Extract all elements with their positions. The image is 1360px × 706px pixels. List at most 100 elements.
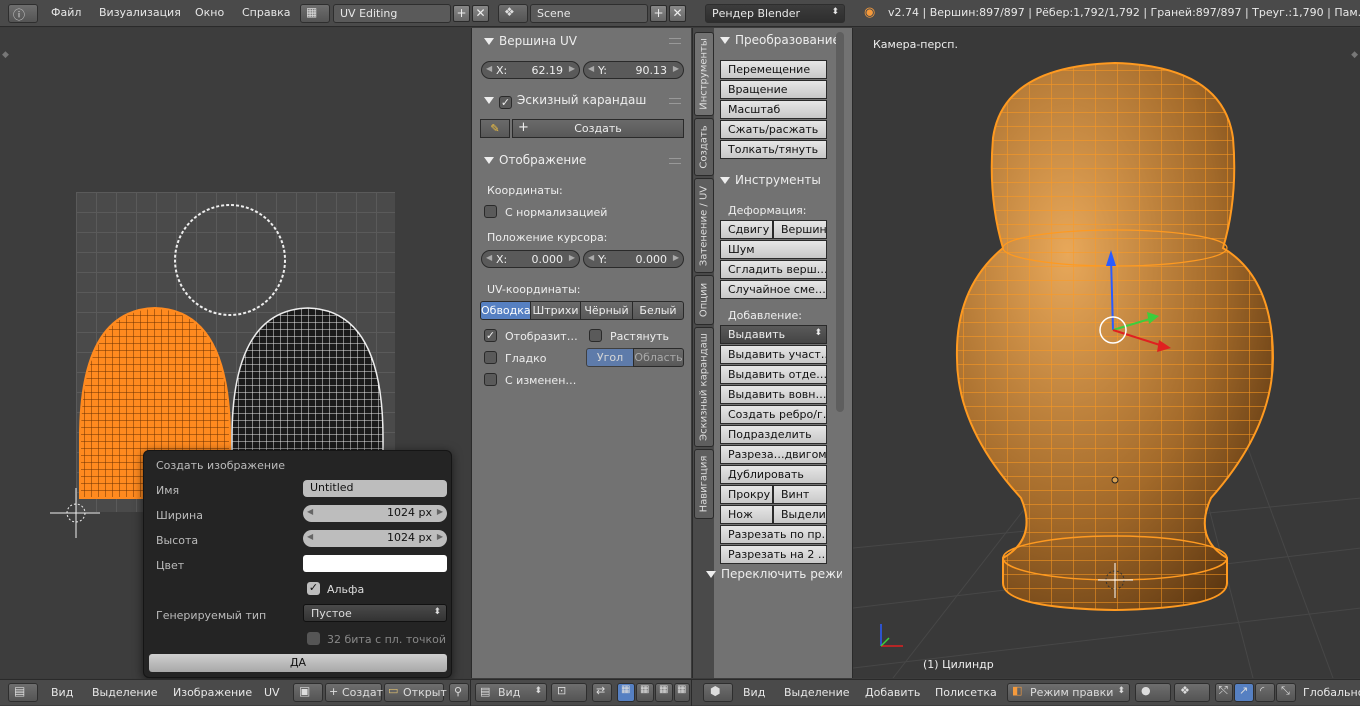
subdivide-button[interactable]: Подразделить (720, 425, 827, 444)
tab-options[interactable]: Опции (694, 275, 714, 325)
layout-name-field[interactable]: UV Editing (333, 4, 451, 23)
drag-grip-icon[interactable] (669, 98, 681, 104)
alpha-checkbox[interactable]: ✓ (307, 582, 320, 595)
show-modified-checkbox[interactable]: ✓ (484, 329, 497, 342)
extrude-region-button[interactable]: Выдавить участ… (720, 345, 827, 364)
generated-type-select[interactable]: Пустое ⬍ (303, 604, 447, 622)
translate-button[interactable]: Перемещение (720, 60, 827, 79)
shrink-fatten-button[interactable]: Сжать/расжать (720, 120, 827, 139)
add-layout-icon[interactable]: + (453, 5, 470, 22)
smooth-checkbox[interactable] (484, 351, 497, 364)
menu-file[interactable]: Файл (51, 6, 81, 19)
split-button[interactable]: Разрезать на 2 … (720, 545, 827, 564)
style-outline-button[interactable]: Обводка (480, 301, 531, 320)
pivot-select[interactable]: ⊡ (551, 683, 587, 702)
new-image-button[interactable]: + Создат (325, 683, 383, 702)
extrude-individual-button[interactable]: Выдавить отде… (720, 365, 827, 384)
open-image-button[interactable]: ▭ Открыт (384, 683, 447, 702)
inset-faces-button[interactable]: Выдавить вовн… (720, 385, 827, 404)
loop-cut-slide-button[interactable]: Разреза…двигом (720, 445, 827, 464)
menu-render[interactable]: Визуализация (99, 6, 181, 19)
uv-sync-button[interactable]: ⇄ (592, 683, 612, 702)
rotate-button[interactable]: Вращение (720, 80, 827, 99)
make-edge-face-button[interactable]: Создать ребро/г… (720, 405, 827, 424)
knife-select-button[interactable]: Выдели (773, 505, 827, 524)
float-buffer-checkbox[interactable] (307, 632, 320, 645)
select-edge-button[interactable]: ▦ (636, 683, 654, 702)
drag-grip-icon[interactable] (669, 38, 681, 44)
view-mode-select[interactable]: ▤ Вид ⬍ (475, 683, 547, 702)
image-width-field[interactable]: ◀ 1024 px ▶ (303, 505, 447, 522)
scale-manipulator-button[interactable]: ⤡ (1276, 683, 1296, 702)
transform-panel-header[interactable]: Преобразование (714, 29, 838, 51)
slide-button[interactable]: Сдвигу (720, 220, 773, 239)
3d-menu-select[interactable]: Выделение (784, 686, 850, 699)
stretch-checkbox[interactable] (589, 329, 602, 342)
menu-window[interactable]: Окно (195, 6, 224, 19)
tab-create[interactable]: Создать (694, 118, 714, 176)
remove-scene-icon[interactable]: ✕ (669, 5, 686, 22)
style-black-button[interactable]: Чёрный (580, 301, 633, 320)
scene-icon-button[interactable]: ❖ (498, 4, 528, 23)
ok-button[interactable]: ДА (149, 654, 447, 672)
orientation-select[interactable]: Глобально (1303, 686, 1360, 699)
select-vertex-button[interactable]: ▦ (617, 683, 635, 702)
pin-button[interactable]: ⚲ (449, 683, 469, 702)
uv-vertex-panel-header[interactable]: Вершина UV (472, 30, 692, 52)
noise-button[interactable]: Шум (720, 240, 827, 259)
image-height-field[interactable]: ◀ 1024 px ▶ (303, 530, 447, 547)
select-face-button[interactable]: ▦ (655, 683, 673, 702)
uv-menu-view[interactable]: Вид (51, 686, 73, 699)
uv-vertex-x-field[interactable]: ◀ X: 62.19 ▶ (481, 61, 580, 79)
scale-button[interactable]: Масштаб (720, 100, 827, 119)
modified-edges-checkbox[interactable] (484, 373, 497, 386)
uv-menu-uv[interactable]: UV (264, 686, 280, 699)
shading-select[interactable]: ● (1135, 683, 1171, 702)
display-panel-header[interactable]: Отображение (472, 149, 692, 171)
drag-grip-icon[interactable] (669, 158, 681, 164)
smooth-vertex-button[interactable]: Сгладить верш… (720, 260, 827, 279)
bisect-button[interactable]: Разрезать по пр… (720, 525, 827, 544)
menu-help[interactable]: Справка (242, 6, 290, 19)
editor-type-button[interactable]: ⓘ (8, 4, 38, 23)
mesh-tools-panel-header[interactable]: Инструменты (714, 169, 838, 191)
layout-icon-button[interactable]: ▦ (300, 4, 330, 23)
push-pull-button[interactable]: Толкать/тянуть (720, 140, 827, 159)
knife-button[interactable]: Нож (720, 505, 773, 524)
uv-editor-type-button[interactable]: ▤ (8, 683, 38, 702)
tab-grease-pencil[interactable]: Эскизный карандаш (694, 327, 714, 447)
rotate-manipulator-button[interactable]: ◜ (1255, 683, 1275, 702)
cursor-y-field[interactable]: ◀ Y: 0.000 ▶ (583, 250, 684, 268)
3d-menu-view[interactable]: Вид (743, 686, 765, 699)
tool-shelf-scrollbar[interactable] (836, 32, 844, 412)
mode-select[interactable]: ◧ Режим правки ⬍ (1007, 683, 1130, 702)
duplicate-button[interactable]: Дублировать (720, 465, 827, 484)
tab-shading-uv[interactable]: Затенение / UV (694, 178, 714, 273)
spin-button[interactable]: Прокру (720, 485, 773, 504)
image-name-input[interactable]: Untitled (303, 480, 447, 497)
remove-layout-icon[interactable]: ✕ (472, 5, 489, 22)
color-swatch[interactable] (303, 555, 447, 572)
uv-vertex-y-field[interactable]: ◀ Y: 90.13 ▶ (583, 61, 684, 79)
pivot-point-select[interactable]: ❖ (1174, 683, 1210, 702)
grease-pencil-create-button[interactable]: + Создать (512, 119, 684, 138)
tab-tools[interactable]: Инструменты (694, 32, 714, 116)
style-white-button[interactable]: Белый (632, 301, 684, 320)
toggle-mode-panel-header[interactable]: Переключить режим п (706, 563, 842, 585)
normalized-checkbox[interactable] (484, 205, 497, 218)
randomize-button[interactable]: Случайное сме… (720, 280, 827, 299)
image-browse-button[interactable]: ▣ (293, 683, 323, 702)
screw-button[interactable]: Винт (773, 485, 827, 504)
extrude-select[interactable]: Выдавить ⬍ (720, 325, 827, 344)
uv-menu-select[interactable]: Выделение (92, 686, 158, 699)
render-engine-select[interactable]: Рендер Blender ⬍ (705, 4, 845, 23)
3d-menu-mesh[interactable]: Полисетка (935, 686, 997, 699)
add-scene-icon[interactable]: + (650, 5, 667, 22)
manipulator-toggle[interactable]: ⤲ (1215, 683, 1233, 702)
3d-menu-add[interactable]: Добавить (865, 686, 920, 699)
uv-menu-image[interactable]: Изображение (173, 686, 252, 699)
vertex-slide-button[interactable]: Вершин (773, 220, 827, 239)
pencil-mode-button[interactable]: ✎ (480, 119, 510, 138)
cursor-x-field[interactable]: ◀ X: 0.000 ▶ (481, 250, 580, 268)
tab-navigation[interactable]: Навигация (694, 449, 714, 519)
